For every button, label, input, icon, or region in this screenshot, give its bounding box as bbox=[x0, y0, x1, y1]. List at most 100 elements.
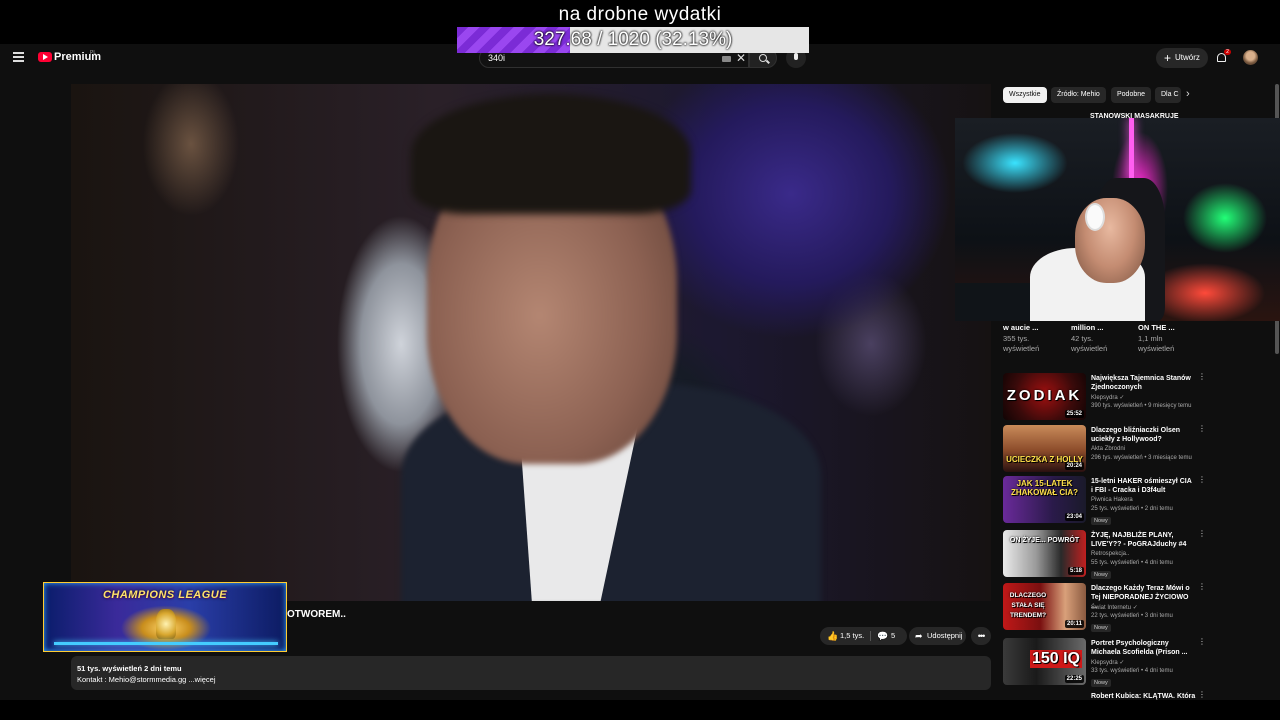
recommendation-item[interactable]: 150 IQ 22:25 Portret Psychologiczny Mich… bbox=[1003, 638, 1206, 688]
share-icon: ➦ bbox=[915, 631, 923, 641]
champions-league-overlay: CHAMPIONS LEAGUE bbox=[43, 582, 287, 652]
share-button[interactable]: ➦ Udostępnij bbox=[909, 627, 966, 645]
recommendation-title[interactable]: Największa Tajemnica Stanów Zjednoczonyc… bbox=[1091, 374, 1193, 392]
chevron-right-icon[interactable]: › bbox=[1186, 88, 1190, 100]
description-box[interactable]: 51 tys. wyświetleń 2 dni temu Kontakt : … bbox=[71, 656, 991, 690]
recommendation-item[interactable]: Robert Kubica: KLĄTWA. Która ⋮ bbox=[1003, 691, 1203, 700]
donation-progress-bar: 327.68 / 1020 (32.13%) bbox=[457, 27, 809, 53]
recommendation-item[interactable]: DLACZEGO STAŁA SIĘ TRENDEM? 20:11 Dlacze… bbox=[1003, 583, 1206, 633]
more-vert-icon[interactable]: ⋮ bbox=[1198, 425, 1206, 433]
duration-badge: 23:04 bbox=[1064, 513, 1084, 521]
thumbs-up-icon[interactable]: 👍 bbox=[827, 627, 838, 645]
thumbnail-text: JAK 15-LATEK ZHAKOWAŁ CIA? bbox=[1010, 479, 1079, 497]
duration-badge: 20:24 bbox=[1064, 462, 1084, 470]
overlay-glow-line bbox=[54, 642, 278, 645]
duration-badge: 22:25 bbox=[1064, 675, 1084, 683]
search-icon bbox=[759, 54, 767, 62]
recommendation-thumbnail[interactable]: ON ŻYJE... POWRÓT 5:18 bbox=[1003, 530, 1086, 577]
chip-for-you[interactable]: Dla C bbox=[1155, 87, 1181, 103]
more-vert-icon[interactable]: ⋮ bbox=[1198, 583, 1206, 591]
description-stats: 51 tys. wyświetleń 2 dni temu bbox=[77, 664, 182, 673]
youtube-logo-icon[interactable] bbox=[38, 52, 52, 62]
recommendation-title[interactable]: Robert Kubica: KLĄTWA. Która bbox=[1091, 692, 1195, 700]
recommendation-title[interactable]: Dlaczego bliźniaczki Olsen uciekły z Hol… bbox=[1091, 426, 1193, 444]
recommendation-views: 25 tys. wyświetleń • 2 dni temu bbox=[1091, 506, 1173, 512]
recommendation-channel[interactable]: Klepsydra ✓ bbox=[1091, 659, 1124, 666]
more-vert-icon[interactable]: ⋮ bbox=[1198, 476, 1206, 484]
overlay-banner-text: CHAMPIONS LEAGUE bbox=[102, 589, 228, 601]
account-avatar[interactable] bbox=[1243, 50, 1258, 65]
short-item[interactable]: w aucie ... 355 tys. wyświetleń bbox=[1003, 323, 1039, 354]
chip-similar[interactable]: Podobne bbox=[1111, 87, 1152, 103]
stream-goal-title: na drobne wydatki bbox=[558, 4, 722, 25]
new-badge: Nowy bbox=[1091, 679, 1111, 687]
like-dislike-group: 👍 1,5 tys. 💬 5 bbox=[820, 627, 907, 645]
clear-search-icon[interactable]: ✕ bbox=[736, 51, 746, 65]
duration-badge: 5:18 bbox=[1067, 567, 1084, 575]
recommendation-channel[interactable]: Klepsydra ✓ bbox=[1091, 394, 1124, 401]
like-divider bbox=[870, 631, 871, 641]
recommendation-item[interactable]: ZODIAK 25:52 Największa Tajemnica Stanów… bbox=[1003, 373, 1206, 423]
recommendation-channel[interactable]: Piwnica Hakera bbox=[1091, 497, 1133, 503]
recommendation-title[interactable]: Portret Psychologiczny Michaela Scofield… bbox=[1091, 639, 1193, 657]
short-stat: 355 tys. bbox=[1003, 334, 1030, 343]
recommendation-item[interactable]: ON ŻYJE... POWRÓT 5:18 ŻYJĘ, NAJBLIŻE PL… bbox=[1003, 530, 1206, 580]
recommendation-thumbnail[interactable]: JAK 15-LATEK ZHAKOWAŁ CIA? 23:04 bbox=[1003, 476, 1086, 523]
search-value[interactable]: 340i bbox=[488, 53, 505, 63]
streamer-webcam bbox=[955, 118, 1280, 321]
thumbnail-text: ON ŻYJE... POWRÓT bbox=[1009, 537, 1080, 544]
thumbnail-text: ZODIAK bbox=[1006, 387, 1083, 404]
create-label: Utwórz bbox=[1175, 53, 1200, 62]
recommendation-item[interactable]: UCIECZKA Z HOLLY 20:24 Dlaczego bliźniac… bbox=[1003, 425, 1206, 475]
short-stat: wyświetleń bbox=[1071, 344, 1108, 353]
short-stat: 42 tys. bbox=[1071, 334, 1094, 343]
short-item[interactable]: ON THE ... 1,1 mln wyświetleń bbox=[1138, 323, 1175, 354]
video-player[interactable] bbox=[71, 84, 991, 601]
recommendation-channel[interactable]: Świat Internetu ✓ bbox=[1091, 604, 1138, 611]
recommendation-title[interactable]: ŻYJĘ, NAJBLIŻE PLANY, LIVE'Y?? - PoGRAJd… bbox=[1091, 531, 1193, 549]
webcam-headset bbox=[1085, 203, 1105, 231]
short-title: ON THE ... bbox=[1138, 323, 1175, 332]
duration-badge: 25:52 bbox=[1064, 410, 1084, 418]
comment-icon[interactable]: 💬 bbox=[877, 627, 888, 645]
chip-all[interactable]: Wszystkie bbox=[1003, 87, 1047, 103]
chip-source[interactable]: Źródło: Mehio bbox=[1051, 87, 1106, 103]
recommendation-channel[interactable]: Akta Zbrodni bbox=[1091, 446, 1125, 452]
trophy-icon bbox=[156, 609, 176, 639]
recommendation-thumbnail[interactable]: ZODIAK 25:52 bbox=[1003, 373, 1086, 420]
more-vert-icon[interactable]: ⋮ bbox=[1198, 638, 1206, 646]
short-stat: wyświetleń bbox=[1138, 344, 1175, 353]
new-badge: Nowy bbox=[1091, 624, 1111, 632]
like-count[interactable]: 1,5 tys. bbox=[840, 627, 864, 645]
recommendation-views: 390 tys. wyświetleń • 9 miesięcy temu bbox=[1091, 403, 1192, 409]
comment-count[interactable]: 5 bbox=[891, 627, 895, 645]
notifications-badge: 2 bbox=[1224, 49, 1231, 55]
recommendation-channel[interactable]: Retrospekcja.. bbox=[1091, 551, 1129, 557]
recommendation-title[interactable]: 15-letni HAKER ośmieszył CIA i FBI - Cra… bbox=[1091, 477, 1193, 495]
description-text[interactable]: Kontakt : Mehio@stormmedia.gg ...więcej bbox=[77, 675, 216, 684]
plus-icon: + bbox=[1164, 51, 1172, 65]
short-stat: wyświetleń bbox=[1003, 344, 1040, 353]
thumbnail-text: 150 IQ bbox=[1029, 650, 1082, 668]
more-vert-icon[interactable]: ⋮ bbox=[1198, 530, 1206, 538]
hamburger-menu-icon[interactable] bbox=[13, 52, 24, 62]
short-title: w aucie ... bbox=[1003, 323, 1039, 332]
new-badge: Nowy bbox=[1091, 571, 1111, 579]
more-vert-icon[interactable]: ⋮ bbox=[1198, 373, 1206, 381]
webcam-neon-light bbox=[1129, 118, 1134, 178]
more-vert-icon[interactable]: ⋮ bbox=[1198, 691, 1203, 699]
recommendation-views: 55 tys. wyświetleń • 4 dni temu bbox=[1091, 560, 1173, 566]
more-actions-button[interactable]: ••• bbox=[971, 627, 991, 645]
recommendation-thumbnail[interactable]: 150 IQ 22:25 bbox=[1003, 638, 1086, 685]
microphone-icon bbox=[794, 53, 798, 60]
recommendation-item[interactable]: JAK 15-LATEK ZHAKOWAŁ CIA? 23:04 15-letn… bbox=[1003, 476, 1206, 526]
short-item[interactable]: million ... 42 tys. wyświetleń bbox=[1071, 323, 1107, 354]
recommendation-thumbnail[interactable]: UCIECZKA Z HOLLY 20:24 bbox=[1003, 425, 1086, 472]
share-label: Udostępnij bbox=[927, 631, 963, 640]
short-stat: 1,1 mln bbox=[1138, 334, 1163, 343]
keyboard-icon[interactable] bbox=[722, 56, 731, 62]
recommendation-thumbnail[interactable]: DLACZEGO STAŁA SIĘ TRENDEM? 20:11 bbox=[1003, 583, 1086, 630]
new-badge: Nowy bbox=[1091, 517, 1111, 525]
create-button[interactable]: + Utwórz bbox=[1156, 48, 1208, 68]
recommendation-views: 33 tys. wyświetleń • 4 dni temu bbox=[1091, 668, 1173, 674]
